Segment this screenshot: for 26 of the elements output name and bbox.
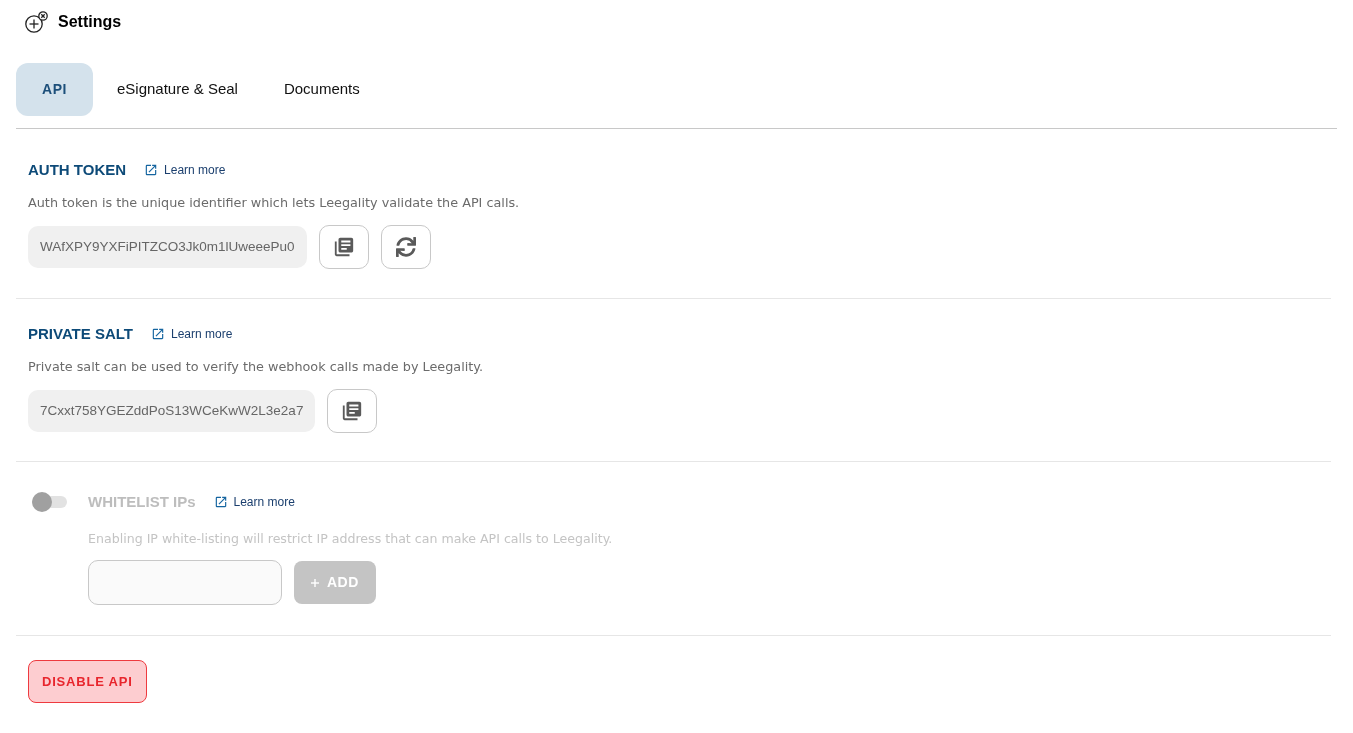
copy-icon [332,236,355,258]
section-title: PRIVATE SALT [28,323,133,344]
section-description: Enabling IP white-listing will restrict IP address that can make API calls to Leegality. [88,530,614,548]
learn-more-link[interactable]: Learn more [213,493,295,511]
refresh-icon [395,237,416,257]
section-description: Private salt can be used to verify the webhook calls made by Leegality. [28,358,485,376]
private-salt-field[interactable]: 7Cxxt758YGEZddPoS13WCeKwW2L3e2a7 [28,390,316,432]
tab[interactable]: API [16,63,93,116]
external-link-icon [213,495,228,509]
learn-more-link[interactable]: Learn more [151,325,233,343]
copy-icon [341,400,364,422]
tab[interactable]: eSignature & Seal [95,63,260,116]
copy-button[interactable] [327,389,378,433]
section-title: WHITELIST IPs [88,491,196,512]
learn-more-link[interactable]: Learn more [144,161,226,179]
section-description: Auth token is the unique identifier which lets Leegality validate the API calls. [28,194,521,212]
page-title: Settings [58,12,122,32]
tab[interactable]: Documents [261,63,382,116]
refresh-button[interactable] [380,225,431,269]
copy-button[interactable] [318,225,369,269]
settings-icon [25,10,48,34]
external-link-icon [144,163,159,177]
external-link-icon [151,327,165,341]
plus-icon [311,578,319,587]
auth-token-field[interactable]: WAfXPY9YXFiPITZCO3Jk0m1lUweeePu0 [28,226,307,268]
section-title: AUTH TOKEN [28,159,127,180]
